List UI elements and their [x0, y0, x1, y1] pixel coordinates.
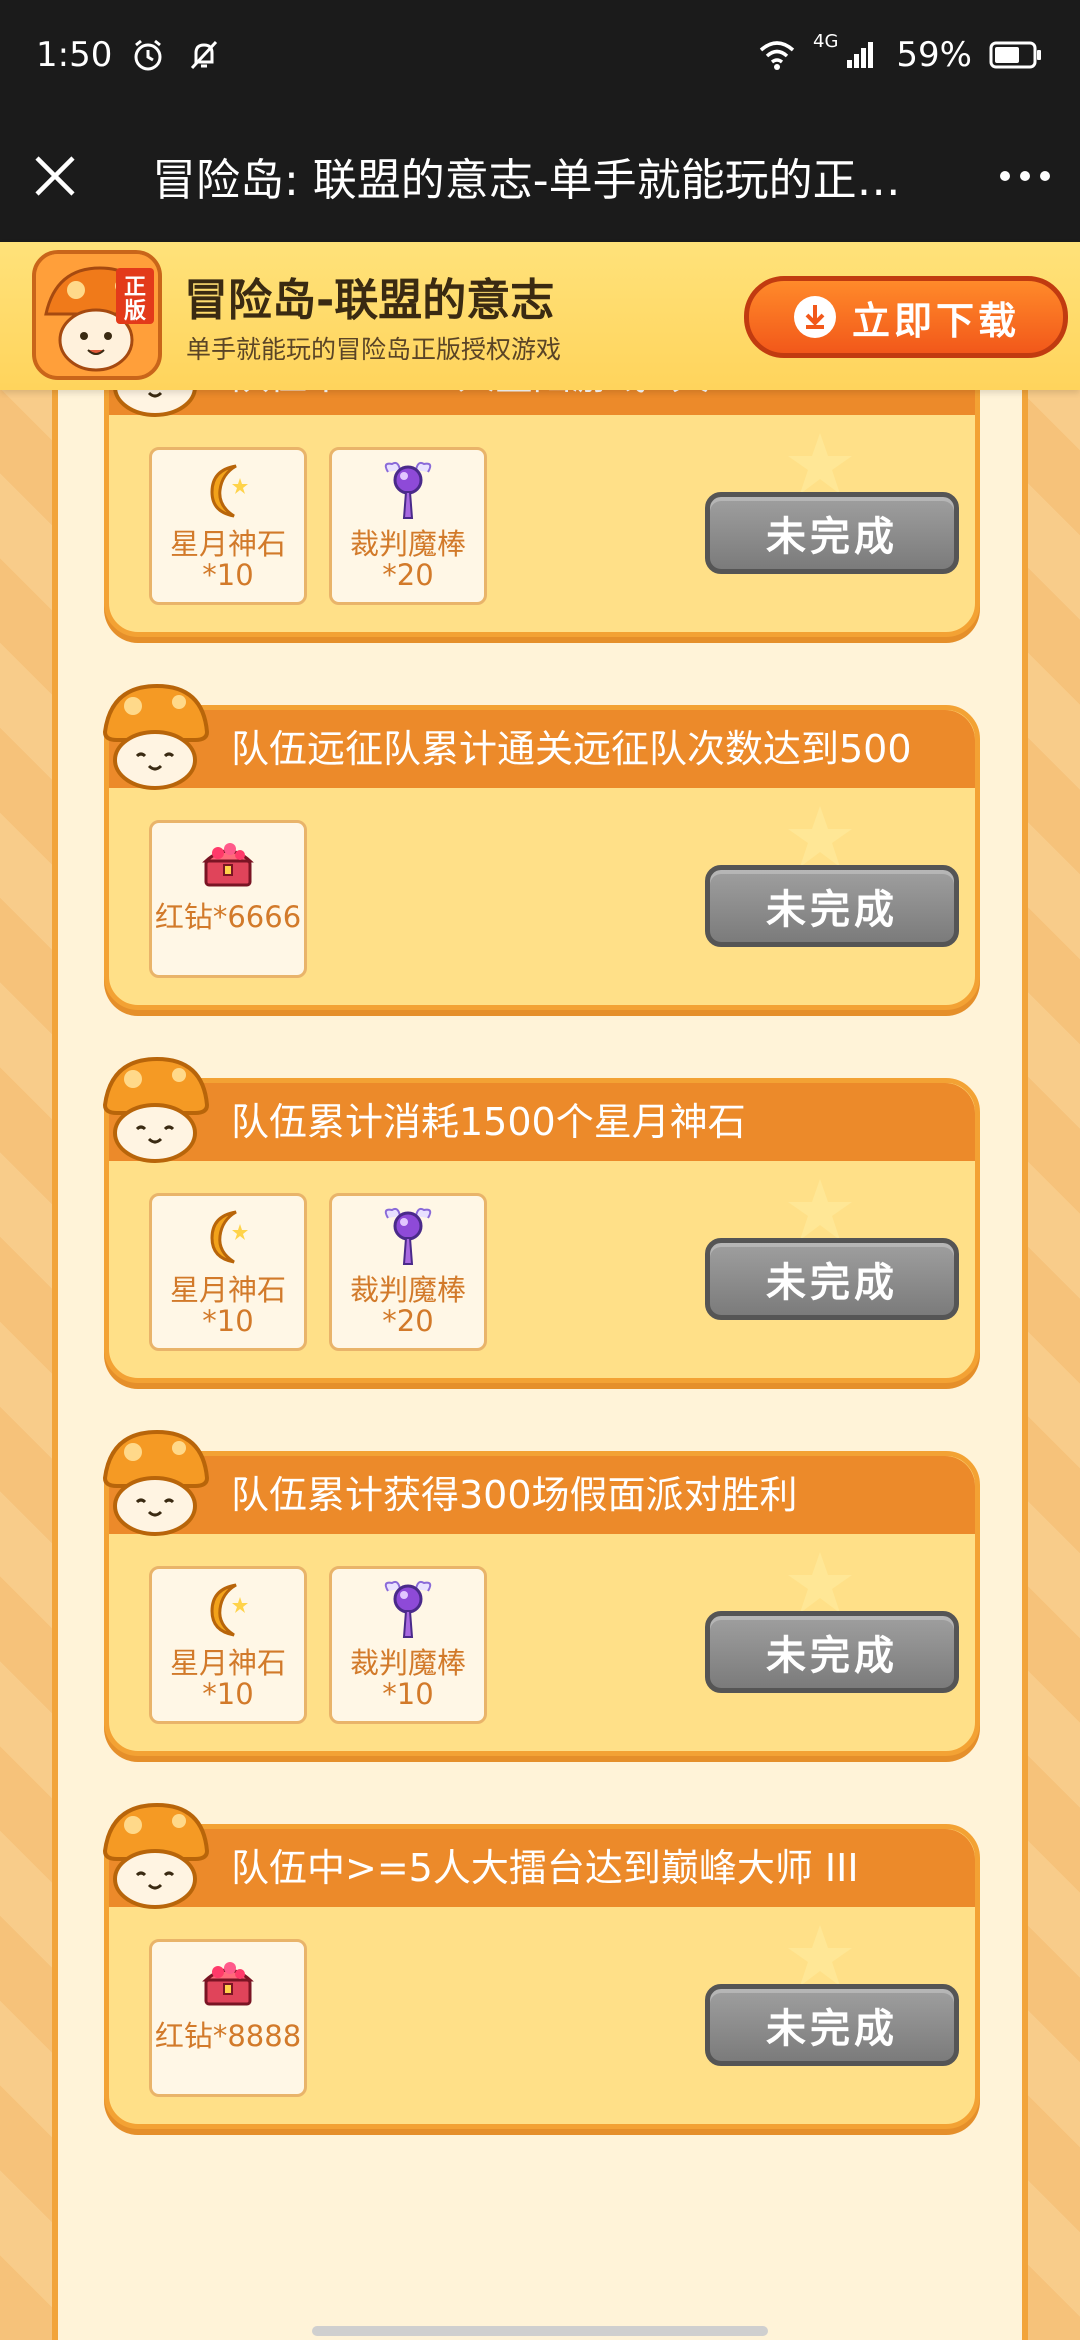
reward-item[interactable]: 红钻*6666 — [149, 820, 307, 978]
reward-name: 红钻*8888 — [154, 2019, 302, 2053]
download-icon — [793, 296, 836, 338]
moon-stone-icon — [196, 1204, 260, 1272]
task-title: 队伍累计消耗1500个星月神石 — [109, 1083, 975, 1161]
mushroom-logo-icon: 正 版 — [36, 254, 158, 376]
magic-wand-icon — [376, 1204, 440, 1272]
magic-wand-icon — [376, 1577, 440, 1645]
red-diamond-chest-icon — [196, 831, 260, 899]
reward-name: 星月神石 — [169, 1273, 286, 1307]
magic-wand-icon — [376, 458, 440, 526]
task-title: 队伍中>=5人大擂台达到巅峰大师 III — [109, 1829, 975, 1907]
reward-list: 星月神石 *10 裁判魔棒 *20 — [149, 447, 487, 605]
star-decoration-icon — [788, 1179, 852, 1240]
reward-name: 裁判魔棒 — [349, 1646, 466, 1680]
reward-item[interactable]: 星月神石 *10 — [149, 447, 307, 605]
download-button[interactable]: 立即下载 — [744, 276, 1068, 358]
more-dot — [1020, 171, 1030, 181]
task-status-button[interactable]: 未完成 — [705, 1238, 959, 1320]
wifi-icon — [757, 35, 797, 75]
app-download-banner[interactable]: 正 版 冒险岛-联盟的意志 单手就能玩的冒险岛正版授权游戏 立即下载 — [0, 242, 1080, 390]
moon-stone-icon — [196, 1577, 260, 1645]
reward-list: 红钻*6666 — [149, 820, 307, 978]
reward-item[interactable]: 裁判魔棒 *20 — [329, 447, 487, 605]
close-icon — [35, 156, 75, 196]
signal-icon — [840, 35, 880, 75]
star-decoration-icon — [788, 433, 852, 494]
reward-item[interactable]: 星月神石 *10 — [149, 1566, 307, 1724]
star-decoration-icon — [788, 1925, 852, 1986]
reward-name: 红钻*6666 — [154, 900, 302, 934]
battery-icon — [988, 35, 1044, 75]
reward-name: 裁判魔棒 — [349, 1273, 466, 1307]
task-card: 队伍远征队累计通关远征队次数达到500 红钻*6666 未完成 — [102, 683, 980, 1010]
reward-quantity: *10 — [202, 1677, 254, 1711]
reward-name: 星月神石 — [169, 527, 286, 561]
svg-text:版: 版 — [124, 299, 146, 324]
more-options-button[interactable] — [970, 110, 1080, 242]
task-card: 队伍中>=5人大擂台达到巅峰大师 III 红钻*8888 未完成 — [102, 1802, 980, 2129]
battery-level: 59% — [896, 35, 972, 75]
more-dot — [1040, 171, 1050, 181]
download-label: 立即下载 — [851, 298, 1020, 343]
reward-list: 红钻*8888 — [149, 1939, 307, 2097]
reward-item[interactable]: 裁判魔棒 *10 — [329, 1566, 487, 1724]
reward-name: 星月神石 — [169, 1646, 286, 1680]
mushroom-mascot-icon — [102, 683, 210, 790]
star-decoration-icon — [788, 806, 852, 867]
network-type: 4G — [813, 31, 839, 52]
mushroom-mascot-icon — [102, 1056, 210, 1163]
reward-quantity: *10 — [202, 1304, 254, 1338]
banner-subtitle: 单手就能玩的冒险岛正版授权游戏 — [186, 335, 562, 364]
banner-app-name: 冒险岛-联盟的意志 — [184, 275, 555, 326]
app-logo[interactable]: 正 版 — [32, 250, 162, 380]
task-status-button[interactable]: 未完成 — [705, 492, 959, 574]
moon-stone-icon — [196, 458, 260, 526]
task-title: 队伍累计获得300场假面派对胜利 — [109, 1456, 975, 1534]
task-status-button[interactable]: 未完成 — [705, 1984, 959, 2066]
reward-name: 裁判魔棒 — [349, 527, 466, 561]
scroll-indicator — [312, 2326, 768, 2336]
task-status-button[interactable]: 未完成 — [705, 865, 959, 947]
close-button[interactable] — [0, 110, 110, 242]
status-bar: 1:50 4G 59% — [0, 0, 1080, 110]
title-bar: 冒险岛: 联盟的意志-单手就能玩的正… — [0, 110, 1080, 242]
red-diamond-chest-icon — [196, 1950, 260, 2018]
reward-quantity: *10 — [382, 1677, 434, 1711]
task-card: 队伍累计获得300场假面派对胜利 星月神石 *10 裁判魔棒 *10 未完成 — [102, 1429, 980, 1756]
task-status-button[interactable]: 未完成 — [705, 1611, 959, 1693]
reward-quantity: *10 — [202, 558, 254, 592]
reward-item[interactable]: 裁判魔棒 *20 — [329, 1193, 487, 1351]
page-title: 冒险岛: 联盟的意志-单手就能玩的正… — [152, 155, 901, 206]
mushroom-mascot-icon — [102, 1429, 210, 1536]
mute-icon — [184, 35, 224, 75]
more-dot — [1000, 171, 1010, 181]
star-decoration-icon — [788, 1552, 852, 1613]
clock: 1:50 — [36, 35, 113, 75]
reward-quantity: *20 — [382, 558, 434, 592]
task-card: 队伍累计消耗1500个星月神石 星月神石 *10 裁判魔棒 *20 未完成 — [102, 1056, 980, 1383]
reward-item[interactable]: 红钻*8888 — [149, 1939, 307, 2097]
mushroom-mascot-icon — [102, 1802, 210, 1909]
reward-list: 星月神石 *10 裁判魔棒 *20 — [149, 1193, 487, 1351]
reward-item[interactable]: 星月神石 *10 — [149, 1193, 307, 1351]
task-title: 队伍远征队累计通关远征队次数达到500 — [109, 710, 975, 788]
reward-list: 星月神石 *10 裁判魔棒 *10 — [149, 1566, 487, 1724]
svg-text:正: 正 — [124, 275, 146, 300]
content-area[interactable]: 队伍中>=15人登陆游戏7天星月神石*10裁判魔棒*20未完成队伍远征队累计通关… — [0, 242, 1080, 2340]
reward-quantity: *20 — [382, 1304, 434, 1338]
alarm-icon — [128, 35, 168, 75]
